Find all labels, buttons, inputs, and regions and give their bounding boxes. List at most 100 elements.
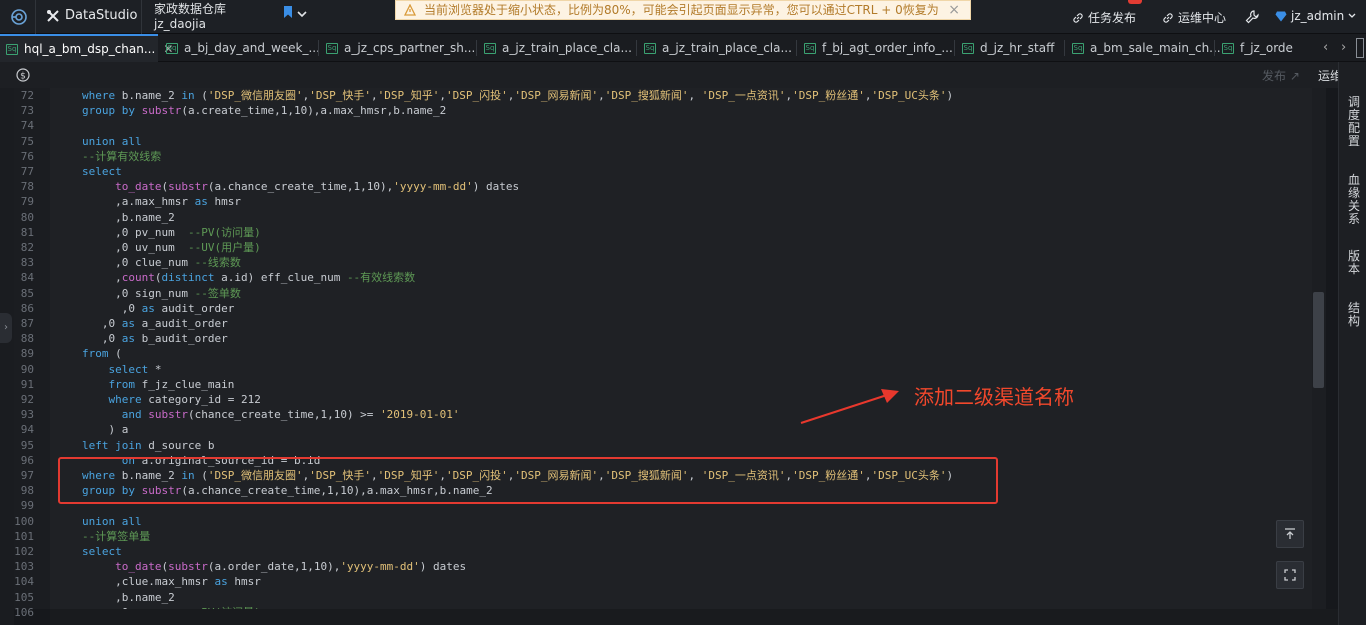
code-line: union all	[82, 134, 142, 148]
tab-a-jz-train-place-1[interactable]: Sq a_jz_train_place_cla...	[478, 34, 632, 62]
side-item-structure[interactable]: 结构	[1347, 302, 1361, 328]
code-line: and substr(chance_create_time,1,10) >= '…	[121, 408, 460, 422]
line-number: 93	[20, 408, 34, 422]
line-number: 80	[20, 210, 34, 224]
svg-text:$: $	[20, 72, 26, 82]
code-editor[interactable]	[50, 88, 1312, 609]
line-number: 94	[20, 423, 34, 437]
notification-badge	[1128, 0, 1142, 4]
wrench-icon[interactable]	[1245, 10, 1259, 24]
line-number: 87	[20, 317, 34, 330]
side-item-lineage[interactable]: 血缘关系	[1347, 174, 1361, 226]
top-bar: DataStudio 家政数据仓库 jz_daojia 当前浏览器处于缩小状态，…	[0, 0, 1366, 34]
divider	[141, 0, 142, 34]
code-line: union all	[82, 514, 142, 528]
code-line: ,a.max_hmsr as hmsr	[82, 195, 241, 209]
sql-file-icon: Sq	[804, 42, 816, 54]
tab-a-bm-sale-main[interactable]: Sq a_bm_sale_main_ch...	[1066, 34, 1221, 62]
tab-divider	[476, 40, 477, 56]
left-strip	[0, 88, 14, 625]
tab-hql-a-bm-dsp-chan[interactable]: Sq hql_a_bm_dsp_chan... ✕	[0, 34, 173, 62]
dollar-circle-icon[interactable]: $	[16, 68, 30, 82]
tab-divider	[636, 40, 637, 56]
code-line: select *	[108, 362, 162, 376]
tab-divider	[318, 40, 319, 56]
code-line: ,0 clue_num --线索数	[82, 256, 241, 270]
task-publish-label: 任务发布	[1088, 11, 1137, 25]
scroll-to-top-button[interactable]	[1276, 520, 1304, 548]
side-item-version[interactable]: 版本	[1347, 250, 1361, 276]
line-number: 81	[20, 225, 34, 239]
sql-file-icon: Sq	[962, 42, 974, 54]
zoom-warning-banner: 当前浏览器处于缩小状态，比例为80%，可能会引起页面显示异常，您可以通过CTRL…	[395, 0, 971, 20]
right-side-panel: 调度配置 血缘关系 版本 结构	[1338, 62, 1366, 625]
tab-label: a_jz_train_place_cla...	[502, 41, 632, 55]
line-number: 89	[20, 347, 34, 361]
tab-d-jz-hr-staff[interactable]: Sq d_jz_hr_staff	[956, 34, 1054, 62]
sql-file-icon: Sq	[326, 42, 338, 54]
close-icon[interactable]: ×	[948, 1, 960, 19]
divider	[35, 0, 36, 34]
tab-divider	[1214, 40, 1215, 56]
tab-a-jz-cps-partner[interactable]: Sq a_jz_cps_partner_sh...	[320, 34, 475, 62]
banner-text: 当前浏览器处于缩小状态，比例为80%，可能会引起页面显示异常，您可以通过CTRL…	[424, 3, 939, 17]
line-number: 73	[20, 104, 34, 118]
tab-f-jz-orde[interactable]: Sq f_jz_orde	[1216, 34, 1293, 62]
horizontal-scrollbar[interactable]	[50, 609, 1338, 625]
code-line: ,count(distinct a.id) eff_clue_num --有效线…	[82, 271, 416, 285]
line-number: 92	[20, 393, 34, 406]
publish-button[interactable]: 发布 ↗	[1262, 67, 1300, 84]
user-menu[interactable]: jz_admin	[1275, 9, 1356, 23]
code-line: ,b.name_2	[82, 590, 175, 604]
user-name: jz_admin	[1291, 9, 1345, 23]
logo-icon[interactable]	[10, 8, 28, 26]
code-line: group by substr(a.create_time,1,10),a.ma…	[82, 104, 447, 118]
sql-file-icon: Sq	[166, 42, 178, 54]
project-selector[interactable]: 家政数据仓库 jz_daojia	[154, 2, 226, 32]
line-number: 83	[20, 256, 34, 270]
task-publish-link[interactable]: 任务发布	[1072, 9, 1136, 26]
line-number: 75	[20, 134, 34, 148]
tab-label: a_jz_cps_partner_sh...	[344, 41, 476, 55]
line-number: 86	[20, 301, 34, 315]
line-number: 103	[14, 560, 34, 574]
code-line: ,0 as a_audit_order	[82, 317, 228, 330]
tab-label: f_jz_orde	[1240, 41, 1293, 55]
sql-file-icon: Sq	[1072, 42, 1084, 54]
line-number: 91	[20, 377, 34, 391]
code-line: to_date(substr(a.chance_create_time,1,10…	[115, 180, 520, 194]
line-number: 88	[20, 332, 34, 346]
scrollbar-thumb[interactable]	[1313, 292, 1324, 388]
chevron-left-icon[interactable]: ‹	[1323, 40, 1328, 55]
sql-file-icon: Sq	[644, 42, 656, 54]
line-number: 105	[14, 590, 34, 604]
expand-sidebar-handle[interactable]: ›	[0, 313, 12, 343]
ops-center-link[interactable]: 运维中心	[1162, 9, 1226, 26]
annotation-arrow-icon	[800, 389, 899, 424]
sql-file-icon: Sq	[1222, 42, 1234, 54]
code-line: ) a	[82, 423, 129, 437]
chevron-down-icon[interactable]	[297, 11, 307, 18]
code-line: from (	[82, 347, 122, 361]
chevron-right-icon[interactable]: ›	[1341, 40, 1346, 55]
highlight-box	[58, 457, 998, 504]
tab-label: hql_a_bm_dsp_chan...	[24, 42, 156, 56]
sql-file-icon: Sq	[6, 43, 18, 55]
fullscreen-button[interactable]	[1276, 561, 1304, 589]
code-line: left join d_source b	[82, 438, 215, 452]
tab-f-bj-agt-order-info[interactable]: Sq f_bj_agt_order_info_...	[798, 34, 953, 62]
code-line: to_date(substr(a.order_date,1,10),'yyyy-…	[115, 560, 467, 574]
tab-a-jz-train-place-2[interactable]: Sq a_jz_train_place_cla...	[638, 34, 792, 62]
line-number: 74	[20, 119, 34, 133]
line-number: 100	[14, 514, 34, 528]
app-brand[interactable]: DataStudio	[46, 8, 137, 23]
tab-scrollbar[interactable]	[1356, 38, 1364, 58]
code-line: select	[82, 545, 122, 558]
bookmark-icon[interactable]	[283, 6, 293, 19]
code-line: ,clue.max_hmsr as hmsr	[82, 575, 261, 589]
tools-icon	[47, 9, 59, 22]
side-item-schedule-config[interactable]: 调度配置	[1347, 96, 1361, 148]
line-number: 95	[20, 438, 34, 452]
line-number: 78	[20, 180, 34, 194]
tab-a-bj-day-and-week[interactable]: Sq a_bj_day_and_week_...	[160, 34, 320, 62]
